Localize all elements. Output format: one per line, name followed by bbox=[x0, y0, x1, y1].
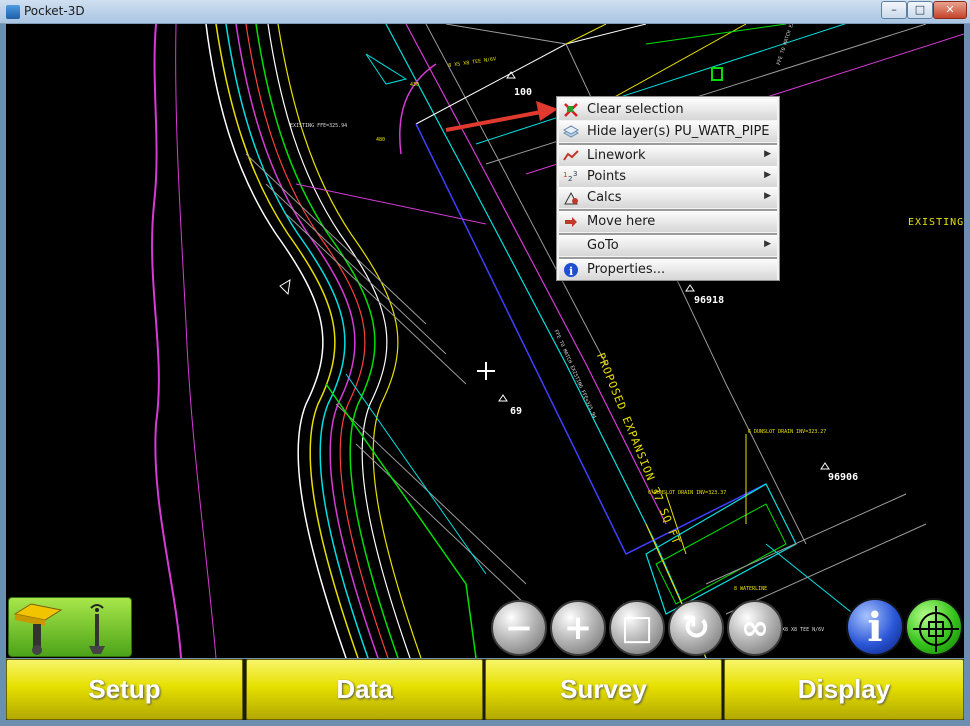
close-button[interactable]: ✕ bbox=[933, 1, 967, 19]
point-label-96906: 96906 bbox=[828, 472, 859, 483]
rotate-button[interactable]: ↻ bbox=[668, 600, 724, 656]
menu-item-calcs[interactable]: Calcs ▶ bbox=[559, 187, 777, 208]
menu-item-label: GoTo bbox=[587, 238, 619, 253]
move-here-icon bbox=[565, 217, 577, 227]
svg-text:1: 1 bbox=[563, 171, 567, 179]
annotation-dunslot-2: 6 DUNSLOT DRAIN INV=323.37 bbox=[648, 490, 727, 496]
calcs-icon bbox=[564, 191, 578, 205]
main-tab-bar: Setup Data Survey Display bbox=[6, 659, 964, 720]
infinity-button[interactable]: ∞ bbox=[727, 600, 783, 656]
zoom-extents-button[interactable]: □ bbox=[609, 600, 665, 656]
menu-item-clear-selection[interactable]: Clear selection bbox=[559, 99, 777, 120]
info-icon: i bbox=[564, 263, 578, 278]
menu-item-hide-layer[interactable]: Hide layer(s) PU_WATR_PIPE bbox=[559, 121, 777, 142]
annotation-existing: EXISTING E bbox=[908, 217, 964, 228]
map-canvas[interactable]: 100 96918 69 96906 EXISTING E EXISTING F… bbox=[6, 24, 964, 658]
maximize-button[interactable]: □ bbox=[907, 1, 933, 19]
tab-setup[interactable]: Setup bbox=[6, 659, 243, 720]
crosshair-cursor bbox=[477, 362, 495, 380]
annotation-dunslot-1: 6 DUNSLOT DRAIN INV=323.27 bbox=[748, 429, 827, 435]
tab-display[interactable]: Display bbox=[724, 659, 964, 720]
menu-item-move-here[interactable]: Move here bbox=[559, 211, 777, 232]
minimize-button[interactable]: – bbox=[881, 1, 907, 19]
menu-item-label: Properties... bbox=[587, 262, 666, 277]
menu-item-goto[interactable]: GoTo ▶ bbox=[559, 235, 777, 256]
cad-linework bbox=[151, 24, 964, 658]
menu-item-label: Linework bbox=[587, 148, 646, 163]
menu-item-label: Points bbox=[587, 169, 627, 184]
menu-item-label: Move here bbox=[587, 214, 656, 229]
annotation-existing-ffe: EXISTING FFE=325.94 bbox=[290, 123, 348, 129]
submenu-arrow-icon: ▶ bbox=[764, 170, 771, 180]
point-label-69: 69 bbox=[510, 406, 523, 417]
menu-item-label: Calcs bbox=[587, 190, 622, 205]
svg-text:2: 2 bbox=[568, 175, 572, 183]
submenu-arrow-icon: ▶ bbox=[764, 149, 771, 159]
crosshair-target-icon bbox=[913, 606, 959, 652]
zoom-in-button[interactable]: + bbox=[550, 600, 606, 656]
point-label-100: 100 bbox=[514, 87, 533, 98]
submenu-arrow-icon: ▶ bbox=[764, 239, 771, 249]
gps-status-panel[interactable] bbox=[8, 597, 132, 657]
window-titlebar: Pocket-3D – □ ✕ bbox=[0, 0, 970, 24]
points-icon: 1 2 3 bbox=[563, 170, 577, 183]
zoom-out-button[interactable]: − bbox=[491, 600, 547, 656]
clear-selection-icon bbox=[564, 103, 578, 117]
gps-target-button[interactable] bbox=[905, 598, 963, 656]
annotation-480: 480 bbox=[376, 137, 386, 143]
rover-status-icon bbox=[13, 603, 105, 655]
tab-data[interactable]: Data bbox=[246, 659, 483, 720]
menu-item-properties[interactable]: i Properties... bbox=[559, 259, 777, 280]
annotation-waterline: 8 WATERLINE bbox=[734, 586, 768, 592]
linework-icon bbox=[563, 150, 579, 161]
info-button[interactable]: i bbox=[846, 598, 904, 656]
svg-text:3: 3 bbox=[573, 170, 577, 178]
app-icon bbox=[6, 5, 20, 19]
tab-survey[interactable]: Survey bbox=[485, 659, 722, 720]
submenu-arrow-icon: ▶ bbox=[764, 191, 771, 201]
annotation-tee-bottom: X8 X8 TEE N/6V bbox=[782, 627, 825, 633]
menu-item-linework[interactable]: Linework ▶ bbox=[559, 145, 777, 166]
menu-item-label: Hide layer(s) PU_WATR_PIPE bbox=[587, 124, 770, 139]
annotation-430: 430 bbox=[410, 82, 420, 88]
svg-text:i: i bbox=[569, 265, 573, 278]
point-label-96918: 96918 bbox=[694, 295, 725, 306]
context-menu: Clear selection Hide layer(s) PU_WATR_PI… bbox=[556, 96, 780, 281]
window-title: Pocket-3D bbox=[24, 4, 85, 18]
menu-item-points[interactable]: 1 2 3 Points ▶ bbox=[559, 166, 777, 187]
menu-item-label: Clear selection bbox=[587, 102, 684, 117]
hide-layer-icon bbox=[563, 125, 579, 138]
